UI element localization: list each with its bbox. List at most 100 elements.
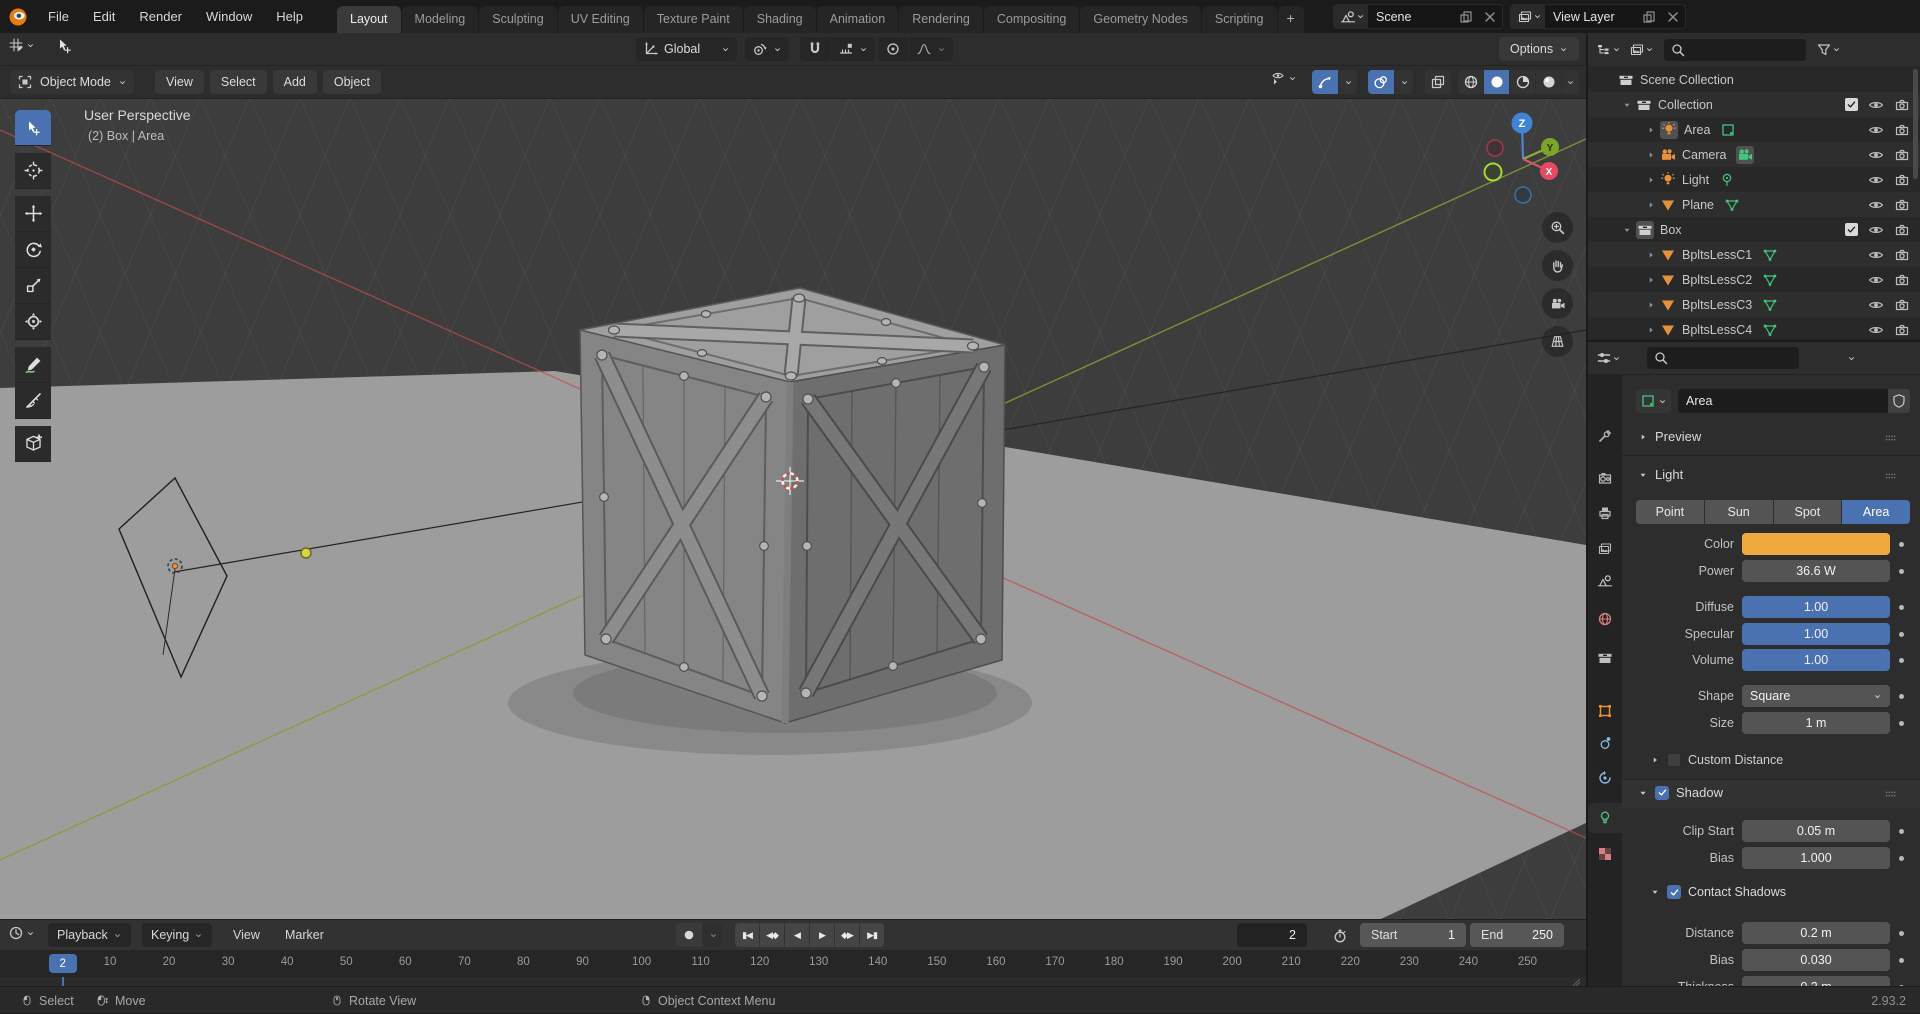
workspace-tab-texture-paint[interactable]: Texture Paint bbox=[644, 6, 744, 33]
properties-tab-render[interactable] bbox=[1588, 463, 1622, 493]
pivot-point-dropdown[interactable] bbox=[745, 37, 789, 61]
id-name-field[interactable]: Area bbox=[1678, 389, 1888, 413]
tool-cursor-button[interactable] bbox=[15, 153, 51, 189]
field-size[interactable]: 1 m bbox=[1742, 712, 1890, 734]
navigation-gizmo[interactable]: Z Y X bbox=[1470, 107, 1580, 212]
shading-dropdown[interactable] bbox=[1562, 70, 1579, 94]
options-button[interactable]: Options bbox=[1499, 37, 1579, 61]
chevron-down-icon[interactable] bbox=[26, 929, 35, 938]
workspace-tab-uv-editing[interactable]: UV Editing bbox=[558, 6, 644, 33]
animate-dot[interactable] bbox=[1899, 542, 1904, 547]
transport-next-keyframe-button[interactable]: ◆▶ bbox=[835, 923, 859, 947]
properties-tab-physics[interactable] bbox=[1588, 763, 1622, 793]
animate-dot[interactable] bbox=[1899, 931, 1904, 936]
custom-distance-toggle[interactable]: Custom Distance bbox=[1650, 753, 1783, 767]
view-layer-name[interactable]: View Layer bbox=[1545, 10, 1637, 24]
xray-toggle[interactable] bbox=[1425, 70, 1451, 94]
gizmo-dropdown[interactable] bbox=[1339, 70, 1357, 94]
mode-dropdown[interactable]: Object Mode bbox=[10, 70, 134, 94]
field-bias[interactable]: 0.030 bbox=[1742, 949, 1890, 971]
gizmo-neg-z[interactable] bbox=[1515, 187, 1531, 203]
camera-restrict-icon[interactable] bbox=[1894, 247, 1910, 263]
view-layer-selector[interactable]: View Layer bbox=[1510, 4, 1686, 29]
outliner-row-light[interactable]: Light bbox=[1588, 167, 1920, 192]
tool-annotate-button[interactable] bbox=[15, 347, 51, 383]
outliner-row-box[interactable]: Box bbox=[1588, 217, 1920, 242]
current-frame-field[interactable]: 2 bbox=[1237, 923, 1307, 947]
animate-dot[interactable] bbox=[1899, 694, 1904, 699]
dropdown-shape[interactable]: Square bbox=[1742, 685, 1890, 707]
eye-open-icon[interactable] bbox=[1868, 272, 1884, 288]
visibility-dropdown[interactable] bbox=[1270, 70, 1297, 86]
outliner-row-collection[interactable]: Collection bbox=[1588, 92, 1920, 117]
tool-rotate-button[interactable] bbox=[15, 232, 51, 268]
properties-tab-scene[interactable] bbox=[1588, 566, 1622, 596]
slider-diffuse[interactable]: 1.00 bbox=[1742, 596, 1890, 618]
gizmo-neg-x[interactable] bbox=[1487, 140, 1503, 156]
camera-restrict-icon[interactable] bbox=[1894, 122, 1910, 138]
transport-play-reverse-button[interactable]: ◀ bbox=[785, 923, 809, 947]
shading-rendered-button[interactable] bbox=[1536, 70, 1561, 94]
light-type-spot-button[interactable]: Spot bbox=[1774, 500, 1842, 524]
overlays-toggle[interactable] bbox=[1368, 70, 1394, 94]
close-icon[interactable] bbox=[1478, 9, 1502, 25]
timeline-menu-keying[interactable]: Keying bbox=[142, 923, 212, 947]
filter-type-icon[interactable] bbox=[1629, 42, 1645, 58]
preview-range-icon[interactable] bbox=[1332, 928, 1348, 944]
exclude-checkbox[interactable] bbox=[1845, 223, 1858, 236]
properties-tab-tool[interactable] bbox=[1588, 421, 1622, 451]
properties-search-input[interactable] bbox=[1647, 347, 1799, 369]
editor-type-properties-icon[interactable] bbox=[1596, 350, 1612, 366]
nav-pan-button[interactable] bbox=[1542, 250, 1573, 281]
outliner-row-bpltslessc1[interactable]: BpltsLessC1 bbox=[1588, 242, 1920, 267]
gizmo-toggle[interactable] bbox=[1312, 70, 1338, 94]
shading-material-button[interactable] bbox=[1510, 70, 1535, 94]
camera-restrict-icon[interactable] bbox=[1894, 197, 1910, 213]
viewport-menu-view[interactable]: View bbox=[155, 70, 204, 94]
crate-object[interactable] bbox=[580, 288, 1005, 723]
outliner-row-bpltslessc3[interactable]: BpltsLessC3 bbox=[1588, 292, 1920, 317]
animate-dot[interactable] bbox=[1899, 605, 1904, 610]
workspace-tab-sculpting[interactable]: Sculpting bbox=[479, 6, 557, 33]
camera-restrict-icon[interactable] bbox=[1894, 272, 1910, 288]
shadow-panel-header[interactable]: Shadow bbox=[1638, 785, 1723, 800]
display-mode-icon[interactable] bbox=[1596, 42, 1612, 58]
contact-shadows-checkbox[interactable] bbox=[1667, 885, 1681, 899]
eye-open-icon[interactable] bbox=[1868, 222, 1884, 238]
add-workspace-button[interactable]: + bbox=[1278, 6, 1304, 33]
outliner-scrollbar[interactable] bbox=[1913, 69, 1918, 179]
copy-icon[interactable] bbox=[1637, 9, 1661, 25]
tool-add-cube-button[interactable] bbox=[15, 426, 51, 462]
eye-open-icon[interactable] bbox=[1868, 147, 1884, 163]
properties-tab-collection[interactable] bbox=[1588, 643, 1622, 673]
properties-tab-object[interactable] bbox=[1588, 696, 1622, 726]
light-type-area-button[interactable]: Area bbox=[1842, 500, 1910, 524]
menu-render[interactable]: Render bbox=[127, 4, 194, 30]
nav-camera-view-button[interactable] bbox=[1542, 288, 1573, 319]
viewport-menu-add[interactable]: Add bbox=[273, 70, 317, 94]
workspace-tab-layout[interactable]: Layout bbox=[337, 6, 402, 33]
outliner-row-plane[interactable]: Plane bbox=[1588, 192, 1920, 217]
eye-open-icon[interactable] bbox=[1868, 297, 1884, 313]
tool-select-box-button[interactable] bbox=[15, 110, 51, 146]
workspace-tab-scripting[interactable]: Scripting bbox=[1202, 6, 1278, 33]
light-target-handle[interactable] bbox=[301, 548, 311, 558]
chevron-down-icon[interactable] bbox=[1645, 45, 1654, 54]
timeline-menu-view[interactable]: View bbox=[224, 923, 269, 947]
properties-tab-world[interactable] bbox=[1588, 604, 1622, 634]
slider-volume[interactable]: 1.00 bbox=[1742, 649, 1890, 671]
filter-icon[interactable] bbox=[1816, 42, 1832, 58]
timeline-menu-marker[interactable]: Marker bbox=[276, 923, 333, 947]
close-icon[interactable] bbox=[1661, 9, 1685, 25]
field-clip-start[interactable]: 0.05 m bbox=[1742, 820, 1890, 842]
auto-keying-toggle[interactable] bbox=[676, 923, 702, 947]
properties-tab-constraints[interactable] bbox=[1588, 728, 1622, 758]
gizmo-neg-y[interactable] bbox=[1485, 164, 1502, 181]
eye-open-icon[interactable] bbox=[1868, 97, 1884, 113]
outliner-row-bpltslessc4[interactable]: BpltsLessC4 bbox=[1588, 317, 1920, 342]
keying-dropdown[interactable] bbox=[703, 923, 723, 947]
eye-open-icon[interactable] bbox=[1868, 197, 1884, 213]
workspace-tab-modeling[interactable]: Modeling bbox=[402, 6, 480, 33]
chevron-down-icon[interactable] bbox=[1847, 354, 1856, 363]
transport-prev-keyframe-button[interactable]: ◀◆ bbox=[760, 923, 784, 947]
